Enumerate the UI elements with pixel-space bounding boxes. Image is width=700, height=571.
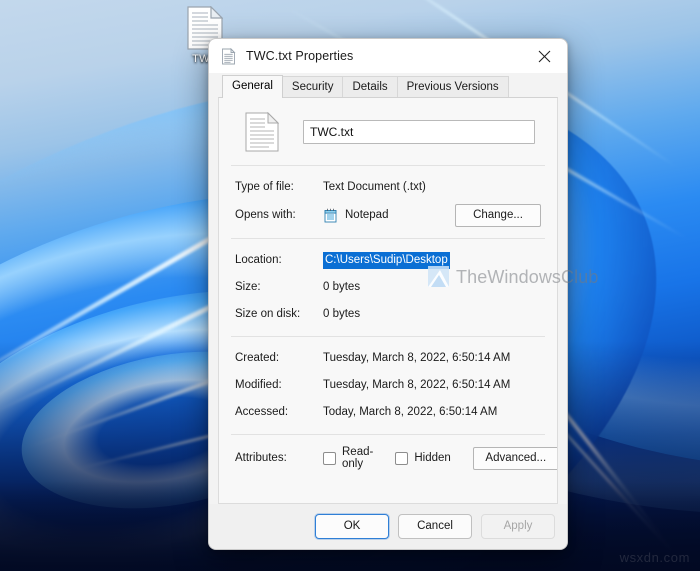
dialog-titlebar: TWC.txt Properties bbox=[209, 39, 567, 73]
ok-button[interactable]: OK bbox=[315, 514, 389, 539]
general-tab-panel: Type of file: Text Document (.txt) Opens… bbox=[218, 97, 558, 504]
size-on-disk-value: 0 bytes bbox=[323, 308, 361, 320]
desktop: TWC TWC.txt Properties General Security … bbox=[0, 0, 700, 571]
size-label: Size: bbox=[235, 281, 261, 293]
tab-previous-versions[interactable]: Previous Versions bbox=[396, 76, 509, 98]
attributes-group: Attributes: Read-only Hidden Advanced... bbox=[219, 435, 557, 481]
created-value: Tuesday, March 8, 2022, 6:50:14 AM bbox=[323, 352, 511, 364]
hidden-label: Hidden bbox=[414, 452, 451, 464]
tab-general[interactable]: General bbox=[222, 75, 283, 98]
file-name-input[interactable] bbox=[303, 120, 535, 144]
checkbox-box bbox=[323, 451, 336, 465]
tab-security[interactable]: Security bbox=[281, 76, 344, 98]
text-file-icon bbox=[245, 111, 280, 152]
size-on-disk-label: Size on disk: bbox=[235, 308, 301, 320]
size-row: Size: 0 bytes bbox=[219, 277, 557, 298]
opens-with-value-wrap: Notepad bbox=[323, 208, 388, 223]
attributes-label: Attributes: bbox=[235, 451, 287, 464]
accessed-label: Accessed: bbox=[235, 406, 289, 418]
modified-value: Tuesday, March 8, 2022, 6:50:14 AM bbox=[323, 379, 511, 391]
advanced-button[interactable]: Advanced... bbox=[472, 446, 557, 470]
file-name-row bbox=[219, 98, 557, 165]
read-only-checkbox[interactable]: Read-only bbox=[323, 446, 373, 470]
dialog-title: TWC.txt Properties bbox=[246, 49, 354, 63]
tab-details[interactable]: Details bbox=[342, 76, 398, 98]
close-icon bbox=[538, 50, 551, 63]
location-label: Location: bbox=[235, 254, 282, 266]
file-type-group: Type of file: Text Document (.txt) Opens… bbox=[219, 166, 557, 238]
timestamps-group: Created: Tuesday, March 8, 2022, 6:50:14… bbox=[219, 337, 557, 434]
size-on-disk-row: Size on disk: 0 bytes bbox=[219, 304, 557, 325]
cancel-button[interactable]: Cancel bbox=[398, 514, 472, 539]
notepad-icon bbox=[323, 208, 338, 223]
hidden-checkbox[interactable]: Hidden bbox=[395, 451, 451, 465]
location-size-group: Location: C:\Users\Sudip\Desktop Size: 0… bbox=[219, 239, 557, 336]
type-of-file-row: Type of file: Text Document (.txt) bbox=[219, 177, 557, 198]
wsxdn-watermark: wsxdn.com bbox=[619, 550, 690, 565]
size-value: 0 bytes bbox=[323, 281, 361, 293]
modified-row: Modified: Tuesday, March 8, 2022, 6:50:1… bbox=[219, 375, 557, 396]
location-row: Location: C:\Users\Sudip\Desktop bbox=[219, 250, 557, 271]
type-of-file-value: Text Document (.txt) bbox=[323, 181, 426, 193]
opens-with-app-name: Notepad bbox=[345, 209, 389, 221]
text-file-icon bbox=[220, 47, 237, 65]
close-button[interactable] bbox=[522, 39, 567, 73]
opens-with-row: Opens with: Notepad Change... bbox=[219, 204, 557, 227]
type-of-file-label: Type of file: bbox=[235, 181, 294, 193]
accessed-value: Today, March 8, 2022, 6:50:14 AM bbox=[323, 406, 498, 418]
read-only-label: Read-only bbox=[342, 446, 374, 470]
modified-label: Modified: bbox=[235, 379, 282, 391]
accessed-row: Accessed: Today, March 8, 2022, 6:50:14 … bbox=[219, 402, 557, 423]
dialog-footer: OK Cancel Apply bbox=[209, 504, 567, 549]
opens-with-label: Opens with: bbox=[235, 209, 296, 221]
created-row: Created: Tuesday, March 8, 2022, 6:50:14… bbox=[219, 348, 557, 369]
location-value[interactable]: C:\Users\Sudip\Desktop bbox=[323, 252, 450, 269]
checkbox-box bbox=[395, 451, 409, 465]
change-button[interactable]: Change... bbox=[455, 204, 541, 227]
created-label: Created: bbox=[235, 352, 280, 364]
attributes-row: Attributes: Read-only Hidden Advanced... bbox=[219, 446, 557, 470]
tab-strip: General Security Details Previous Versio… bbox=[209, 73, 567, 98]
apply-button: Apply bbox=[481, 514, 555, 539]
properties-dialog: TWC.txt Properties General Security Deta… bbox=[208, 38, 568, 550]
